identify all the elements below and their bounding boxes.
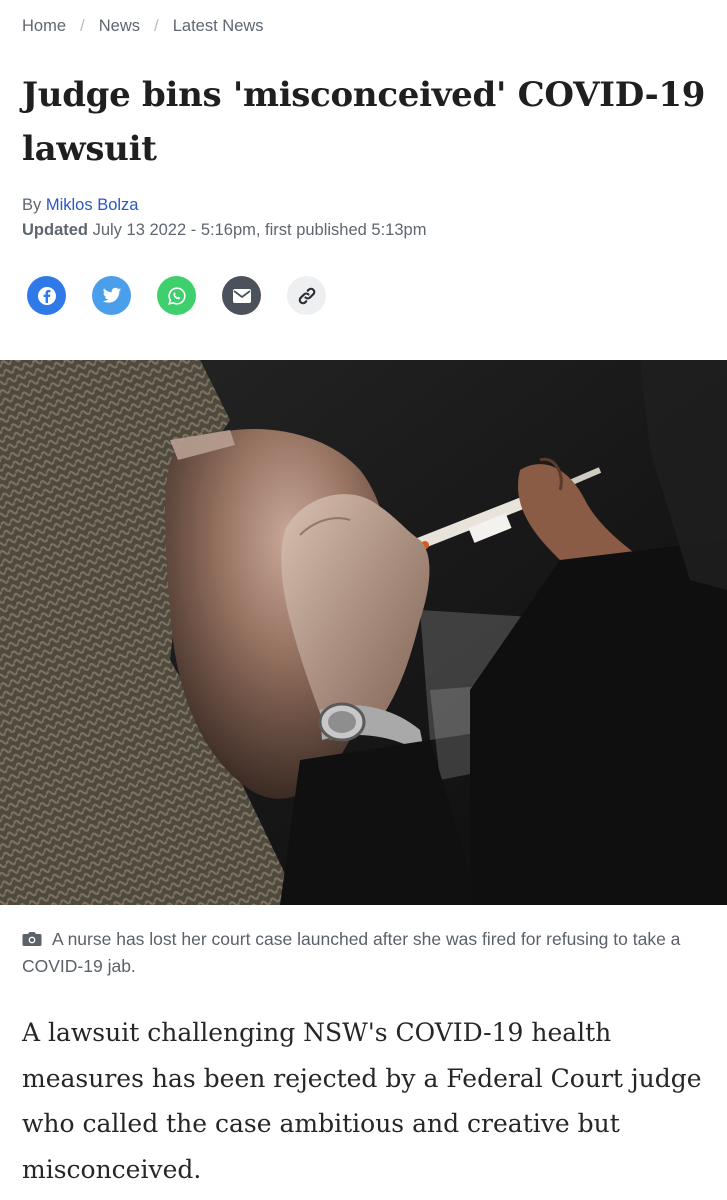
share-whatsapp-button[interactable] [157, 276, 196, 315]
share-email-button[interactable] [222, 276, 261, 315]
share-copy-link-button[interactable] [287, 276, 326, 315]
breadcrumb-separator: / [154, 16, 159, 35]
article-lead-paragraph: A lawsuit challenging NSW's COVID-19 hea… [22, 1018, 702, 1184]
breadcrumb-separator: / [80, 16, 85, 35]
share-twitter-button[interactable] [92, 276, 131, 315]
author-link[interactable]: Miklos Bolza [46, 196, 139, 214]
twitter-icon [102, 287, 121, 303]
breadcrumb-news[interactable]: News [99, 17, 140, 36]
share-bar [27, 276, 326, 315]
image-caption: A nurse has lost her court case launched… [22, 926, 702, 980]
article-headline: Judge bins 'misconceived' COVID-19 lawsu… [22, 75, 706, 169]
vaccination-photo [0, 360, 727, 905]
breadcrumb-home[interactable]: Home [22, 17, 66, 36]
breadcrumb-latest-news[interactable]: Latest News [173, 17, 264, 36]
byline-prefix: By [22, 196, 42, 214]
share-facebook-button[interactable] [27, 276, 66, 315]
updated-text: July 13 2022 - 5:16pm, first published 5… [92, 221, 427, 239]
breadcrumb: Home / News / Latest News [22, 16, 264, 36]
hero-image-nurse-vaccination [0, 360, 727, 905]
updated-label: Updated [22, 221, 88, 239]
facebook-icon [37, 286, 56, 305]
caption-text: A nurse has lost her court case launched… [22, 929, 681, 976]
article-timestamp: Updated July 13 2022 - 5:16pm, first pub… [22, 221, 426, 240]
link-icon [298, 287, 315, 304]
whatsapp-icon [167, 286, 186, 305]
camera-icon [22, 932, 42, 946]
envelope-icon [232, 288, 251, 303]
article-byline: By Miklos Bolza [22, 196, 138, 215]
